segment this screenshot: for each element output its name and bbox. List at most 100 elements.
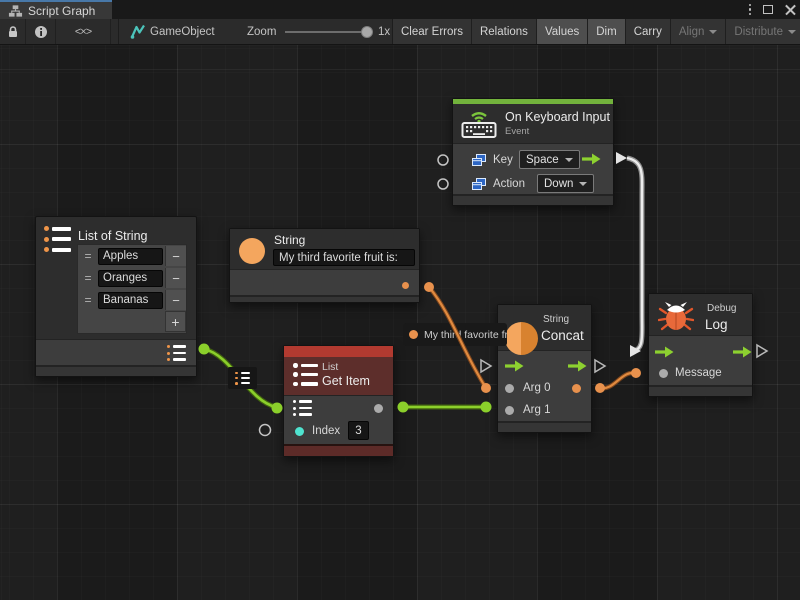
string-value-dot-icon: [409, 330, 418, 339]
key-port-label: Key: [493, 154, 513, 166]
drag-handle[interactable]: =: [78, 271, 98, 285]
graph-toolbar: <×> GameObject Zoom 1x Clear Errors Rela…: [0, 19, 800, 45]
concat-arg1-in-marker[interactable]: [481, 402, 492, 413]
list-icon: [44, 226, 71, 252]
distribute-dropdown[interactable]: Distribute: [726, 19, 800, 44]
debug-log-node[interactable]: Debug Log Message: [648, 293, 753, 397]
dim-toggle[interactable]: Dim: [588, 19, 625, 44]
remove-item-button[interactable]: −: [165, 268, 186, 288]
list-item-row: = Bananas −: [78, 289, 186, 311]
list-item-row: = Apples −: [78, 245, 186, 267]
code-view-button[interactable]: <×>: [56, 19, 111, 44]
toolbar-button-strip: Clear Errors Relations Values Dim Carry …: [393, 19, 800, 44]
key-dropdown[interactable]: Space: [519, 150, 580, 169]
action-port-icon: [472, 178, 486, 191]
concat-control-out-marker[interactable]: [595, 360, 605, 372]
list-of-string-node[interactable]: List of String = Apples − = Oranges − = …: [35, 216, 197, 377]
string-value-field[interactable]: My third favorite fruit is:: [273, 249, 415, 266]
string-output-port[interactable]: [402, 282, 409, 289]
index-unconnected-marker[interactable]: [260, 425, 271, 436]
lock-button[interactable]: [0, 19, 26, 44]
arg1-input-port[interactable]: [505, 406, 514, 415]
control-output-port[interactable]: [581, 153, 601, 165]
string-literal-node[interactable]: String My third favorite fruit is:: [229, 228, 420, 303]
remove-item-button[interactable]: −: [165, 290, 186, 310]
arg1-port-label: Arg 1: [523, 404, 551, 416]
close-icon[interactable]: [785, 4, 796, 15]
control-input-port[interactable]: [504, 360, 524, 372]
zoom-value: 1x: [378, 19, 390, 44]
control-input-port[interactable]: [654, 346, 674, 358]
list-item-row: = Oranges −: [78, 267, 186, 289]
concat-arg0-in-marker[interactable]: [481, 383, 491, 393]
wire-keyboard-to-log[interactable]: [627, 158, 642, 351]
list-out-marker[interactable]: [199, 344, 210, 355]
concat-node[interactable]: String Concat Arg 0 Arg 1: [497, 304, 592, 433]
message-input-port[interactable]: [659, 369, 668, 378]
window-menu-icon[interactable]: [749, 4, 752, 16]
result-output-port[interactable]: [572, 384, 581, 393]
key-port-icon: [472, 154, 486, 167]
control-output-port[interactable]: [732, 346, 752, 358]
string-out-marker[interactable]: [424, 282, 434, 292]
index-input-port[interactable]: [295, 427, 304, 436]
drag-handle[interactable]: =: [78, 293, 98, 307]
node-subtitle: Event: [505, 126, 529, 137]
getitem-list-in-marker[interactable]: [272, 403, 283, 414]
tab-script-graph[interactable]: Script Graph: [0, 0, 112, 19]
action-unconnected-marker[interactable]: [438, 179, 448, 189]
concat-control-in-marker[interactable]: [481, 360, 491, 372]
wire-concat-to-log[interactable]: [600, 373, 635, 388]
string-type-icon: [239, 238, 265, 264]
getitem-out-marker[interactable]: [398, 402, 409, 413]
index-value-field[interactable]: 3: [348, 421, 369, 440]
list-input-port-icon[interactable]: [293, 400, 312, 416]
list-output-port-icon[interactable]: [167, 345, 186, 361]
list-item-field[interactable]: Apples: [98, 248, 163, 265]
clear-errors-button[interactable]: Clear Errors: [393, 19, 472, 44]
node-footer: [36, 365, 196, 376]
arg0-input-port[interactable]: [505, 384, 514, 393]
zoom-slider-track[interactable]: [285, 31, 363, 33]
on-keyboard-input-node[interactable]: On Keyboard Input Event Key Space Action: [452, 98, 614, 206]
get-item-node[interactable]: List Get Item Index 3: [283, 345, 394, 457]
key-unconnected-marker[interactable]: [438, 155, 448, 165]
wire-type-chip: [228, 367, 257, 389]
add-item-button[interactable]: +: [165, 311, 186, 332]
concat-result-marker[interactable]: [595, 383, 605, 393]
zoom-label: Zoom: [247, 19, 276, 44]
list-items-panel: = Apples − = Oranges − = Bananas − +: [77, 244, 187, 334]
log-control-out-marker[interactable]: [757, 345, 767, 357]
zoom-slider-handle[interactable]: [361, 26, 373, 38]
node-title: String: [274, 233, 305, 247]
log-message-in-marker[interactable]: [631, 368, 641, 378]
graph-canvas[interactable]: On Keyboard Input Event Key Space Action: [0, 45, 800, 600]
toolbar-divider: [118, 19, 119, 44]
list-output-row: [36, 339, 196, 365]
node-title: List of String: [78, 229, 147, 243]
node-title: On Keyboard Input: [505, 110, 610, 124]
lock-icon: [7, 25, 19, 38]
control-in-marker[interactable]: [630, 345, 641, 357]
wire-concat-to-log[interactable]: [600, 373, 635, 388]
values-toggle[interactable]: Values: [537, 19, 588, 44]
control-output-port[interactable]: [567, 360, 587, 372]
node-category: Debug: [707, 303, 736, 314]
carry-button[interactable]: Carry: [626, 19, 671, 44]
control-out-marker[interactable]: [616, 152, 627, 164]
gameobject-label[interactable]: GameObject: [150, 19, 215, 44]
drag-handle[interactable]: =: [78, 249, 98, 263]
action-dropdown[interactable]: Down: [537, 174, 594, 193]
item-output-port[interactable]: [374, 404, 383, 413]
string-type-icon: [505, 322, 538, 355]
info-icon: [34, 25, 48, 39]
wire-keyboard-to-log[interactable]: [627, 158, 642, 351]
remove-item-button[interactable]: −: [165, 246, 186, 266]
info-button[interactable]: [26, 19, 56, 44]
maximize-icon[interactable]: [763, 5, 773, 14]
list-item-field[interactable]: Oranges: [98, 270, 163, 287]
list-item-field[interactable]: Bananas: [98, 292, 163, 309]
align-dropdown[interactable]: Align: [671, 19, 727, 44]
relations-button[interactable]: Relations: [472, 19, 537, 44]
node-title: Concat: [541, 328, 584, 343]
